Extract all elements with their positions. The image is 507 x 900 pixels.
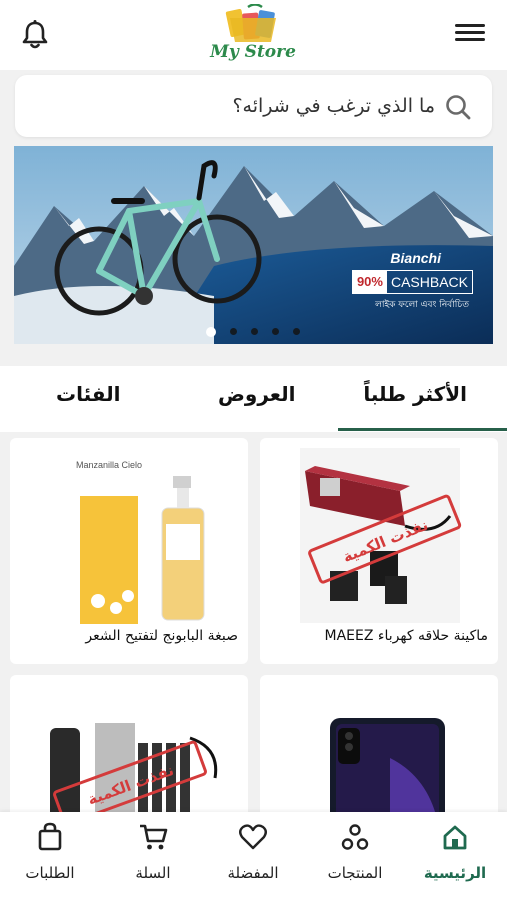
nav-label-orders: الطلبات bbox=[25, 864, 75, 882]
search-bar[interactable] bbox=[15, 75, 492, 137]
nav-label-products: المنتجات bbox=[327, 864, 383, 882]
nav-label-favorites: المفضلة bbox=[227, 864, 279, 882]
bag-icon bbox=[38, 822, 62, 851]
product-title: صبغة البابونج لتفتيح الشعر bbox=[85, 628, 238, 644]
nav-label-home: الرئيسية bbox=[423, 864, 487, 882]
banner-subtitle: লাইক ফলো এবং নির্বাচিত bbox=[375, 300, 469, 310]
nav-label-cart: السلة bbox=[135, 864, 171, 882]
carousel-dot[interactable] bbox=[206, 327, 216, 337]
top-bar: My Store bbox=[0, 0, 507, 70]
carousel-dots bbox=[206, 327, 300, 337]
banner-brand: Bianchi bbox=[390, 250, 441, 266]
search-input[interactable] bbox=[35, 75, 435, 137]
carousel-dot[interactable] bbox=[251, 328, 258, 335]
product-title: ماكينة حلاقه كهرباء MAEEZ bbox=[324, 628, 488, 644]
tab-most-requested[interactable]: الأكثر طلباً bbox=[363, 382, 467, 406]
carousel-dot[interactable] bbox=[272, 328, 279, 335]
product-card[interactable]: نفذت الكمية ماكينة حلاقه كهرباء MAEEZ bbox=[260, 438, 498, 664]
store-logo-text: My Store bbox=[210, 42, 296, 62]
search-icon[interactable] bbox=[444, 93, 472, 121]
cart-icon bbox=[140, 824, 168, 850]
heart-icon bbox=[239, 824, 267, 850]
active-tab-indicator bbox=[338, 428, 507, 431]
product-image-grooming-kit: نفذت الكمية bbox=[50, 723, 218, 825]
products-icon bbox=[341, 824, 369, 850]
home-icon bbox=[443, 825, 467, 850]
cashback-badge: 90% CASHBACK bbox=[351, 270, 473, 294]
product-image-chamomile-dye: Manzanilla Cielo bbox=[76, 456, 205, 624]
product-image-hair-clipper: نفذت الكمية bbox=[300, 448, 462, 623]
nav-item-cart[interactable]: السلة bbox=[103, 822, 203, 882]
nav-item-home[interactable]: الرئيسية bbox=[405, 822, 505, 882]
cashback-percent: 90% bbox=[352, 271, 387, 293]
product-card[interactable]: نفذت الكمية bbox=[10, 675, 248, 825]
bottom-navigation: الرئيسية المنتجات المفضلة السلة الطلبات bbox=[0, 812, 507, 900]
promo-banner[interactable]: Bianchi 90% CASHBACK লাইক ফলো এবং নির্বা… bbox=[14, 146, 493, 344]
store-logo-icon bbox=[225, 3, 276, 42]
banner-bicycle-image bbox=[14, 146, 493, 344]
nav-item-products[interactable]: المنتجات bbox=[305, 822, 405, 882]
carousel-dot[interactable] bbox=[230, 328, 237, 335]
tab-categories[interactable]: الفئات bbox=[56, 382, 121, 406]
section-tabs: الأكثر طلباً العروض الفئات bbox=[0, 366, 507, 432]
tab-offers[interactable]: العروض bbox=[218, 382, 295, 406]
product-card[interactable] bbox=[260, 675, 498, 825]
hamburger-menu-icon[interactable] bbox=[455, 20, 485, 48]
notifications-bell-icon[interactable] bbox=[18, 18, 52, 52]
carousel-dot[interactable] bbox=[293, 328, 300, 335]
app-screen: My Store ما الذي ترغب في شرائه؟ Bianchi … bbox=[0, 0, 507, 900]
package-label: Manzanilla Cielo bbox=[76, 460, 142, 470]
nav-item-favorites[interactable]: المفضلة bbox=[203, 822, 303, 882]
nav-item-orders[interactable]: الطلبات bbox=[0, 822, 100, 882]
product-image-smartphone bbox=[330, 718, 445, 825]
product-card[interactable]: Manzanilla Cielo صبغة البابونج لتفتيح ال… bbox=[10, 438, 248, 664]
cashback-label: CASHBACK bbox=[390, 274, 468, 290]
store-logo[interactable]: My Store bbox=[208, 3, 298, 66]
